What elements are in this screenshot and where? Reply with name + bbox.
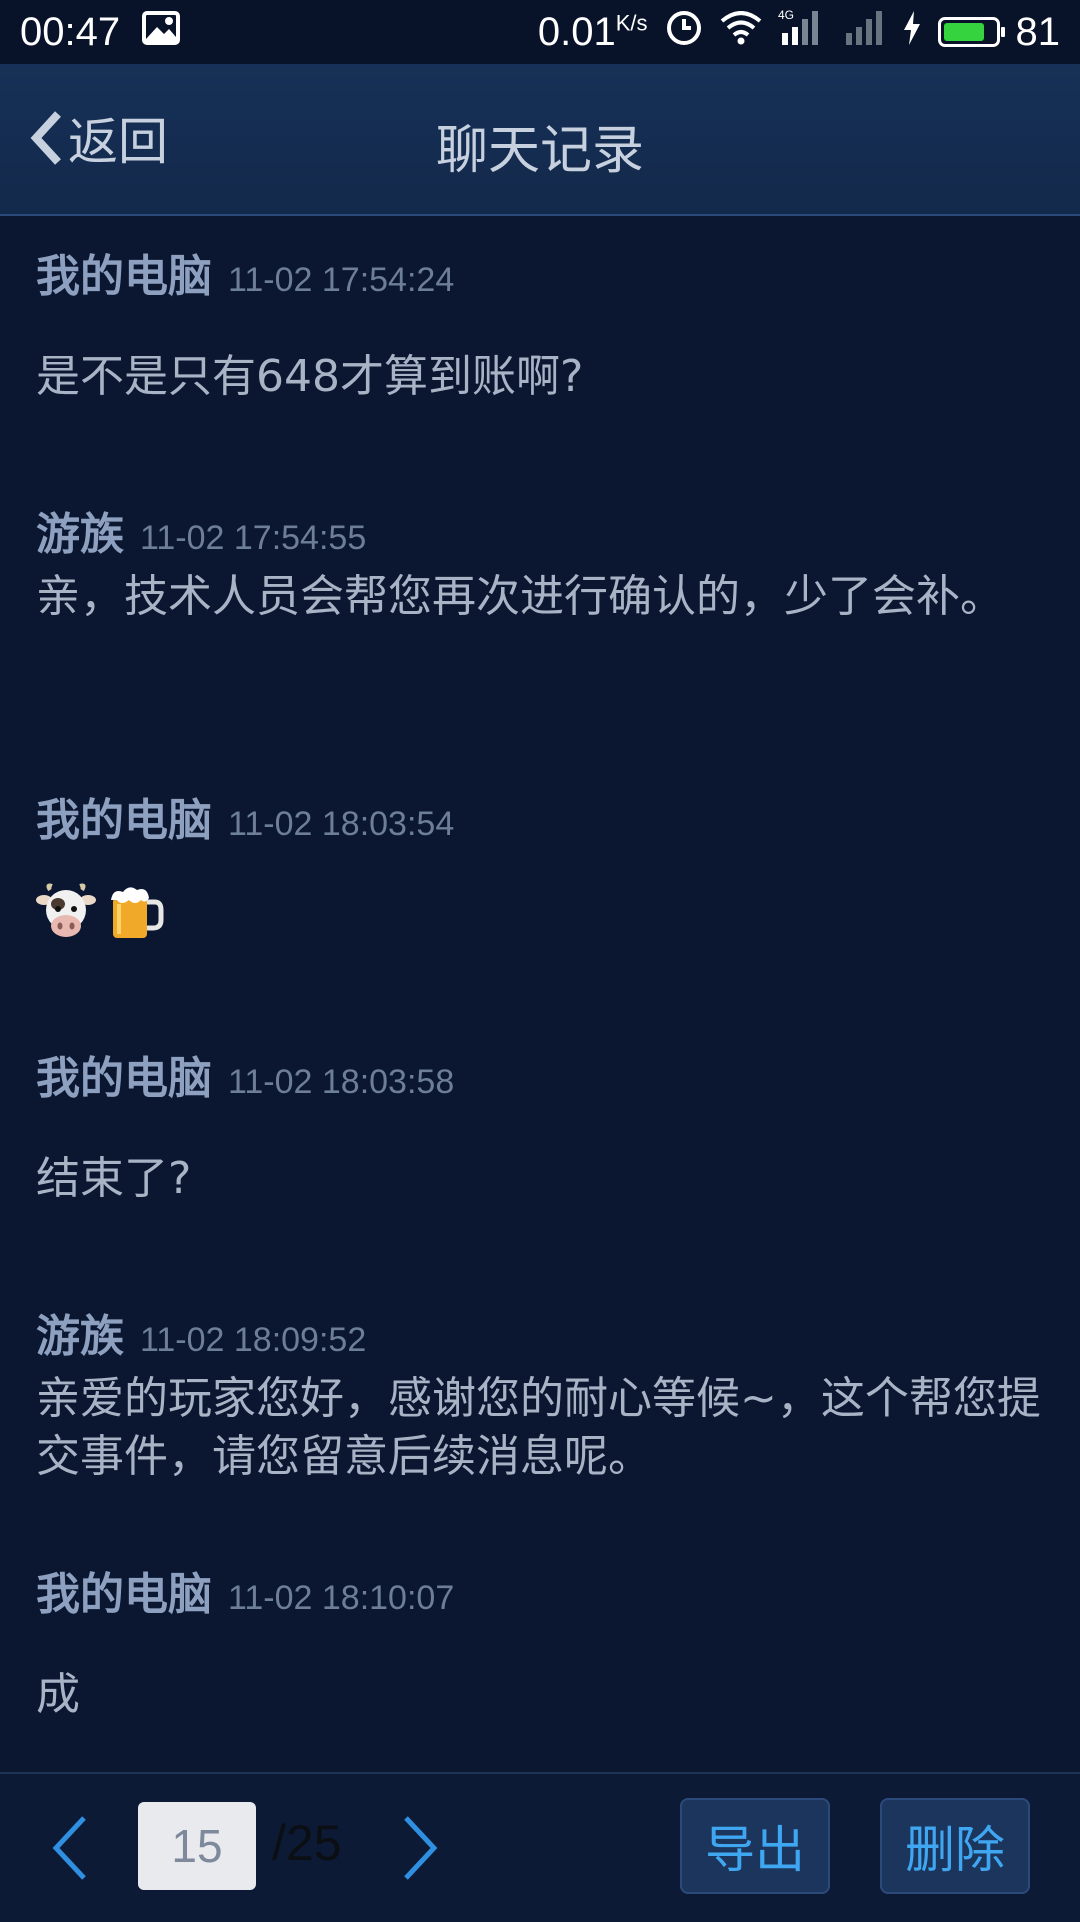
message-text: 亲，技术人员会帮您再次进行确认的，少了会补。 [36,571,1004,622]
chat-history-list[interactable]: 我的电脑 11-02 17:54:24 是不是只有648才算到账啊? 游族 11… [0,216,1080,1772]
network-speed: 0.01K/s [537,9,648,54]
battery-icon [937,17,1005,47]
message-item: 我的电脑 11-02 18:03:58 结束了? [36,1042,1050,1208]
image-notification-icon [142,10,181,55]
charging-icon [902,10,922,55]
message-text: 亲爱的玩家您好，感谢您的耐心等候~，这个帮您提交事件，请您留意后续消息呢。 [36,1373,1041,1482]
wifi-icon [720,10,762,55]
message-item: 我的电脑 11-02 18:10:07 成 [36,1558,1050,1724]
message-time: 11-02 17:54:55 [140,519,367,557]
beer-mug-emoji [105,882,165,942]
previous-page-button[interactable] [40,1808,100,1888]
message-item: 游族 11-02 18:09:52 亲爱的玩家您好，感谢您的耐心等候~，这个帮您… [36,1300,1050,1486]
svg-text:4G: 4G [778,8,794,22]
next-page-button[interactable] [390,1808,450,1888]
no-signal-icon [842,7,886,57]
export-button[interactable]: 导出 [680,1798,830,1894]
message-item: 游族 11-02 17:54:55 亲，技术人员会帮您再次进行确认的，少了会补。 [36,498,1050,626]
message-text: 成 [36,1669,80,1720]
message-time: 11-02 18:03:54 [228,805,455,843]
clock: 00:47 [20,9,121,54]
total-pages: /25 [272,1815,342,1871]
message-sender: 游族 [36,509,124,560]
battery-level: 81 [1015,9,1061,54]
message-emoji-row [36,882,1050,942]
message-sender: 我的电脑 [36,1053,212,1104]
chevron-right-icon [404,1816,438,1880]
cellular-signal-icon: 4G [778,7,826,57]
message-text: 结束了? [36,1153,192,1204]
delete-button[interactable]: 删除 [880,1798,1030,1894]
message-text: 是不是只有648才算到账啊? [36,351,584,402]
message-sender: 我的电脑 [36,1569,212,1620]
message-sender: 我的电脑 [36,251,212,302]
message-item: 我的电脑 11-02 18:03:54 [36,784,1050,942]
message-item: 我的电脑 11-02 17:54:24 是不是只有648才算到账啊? [36,240,1050,406]
cow-face-emoji [36,882,96,942]
message-time: 11-02 18:09:52 [140,1321,367,1359]
message-time: 11-02 18:10:07 [228,1579,455,1617]
message-sender: 我的电脑 [36,795,212,846]
message-sender: 游族 [36,1311,124,1362]
bottom-toolbar: 15 /25 导出 删除 [0,1772,1080,1922]
header: 返回 聊天记录 [0,64,1080,216]
status-bar: 00:47 0.01K/s 4G 81 [0,0,1080,64]
chevron-left-icon [52,1816,86,1880]
message-time: 11-02 18:03:58 [228,1063,455,1101]
message-time: 11-02 17:54:24 [228,261,455,299]
page-number-input[interactable]: 15 [138,1802,256,1890]
alarm-icon [664,7,704,57]
page-title: 聊天记录 [435,121,644,181]
